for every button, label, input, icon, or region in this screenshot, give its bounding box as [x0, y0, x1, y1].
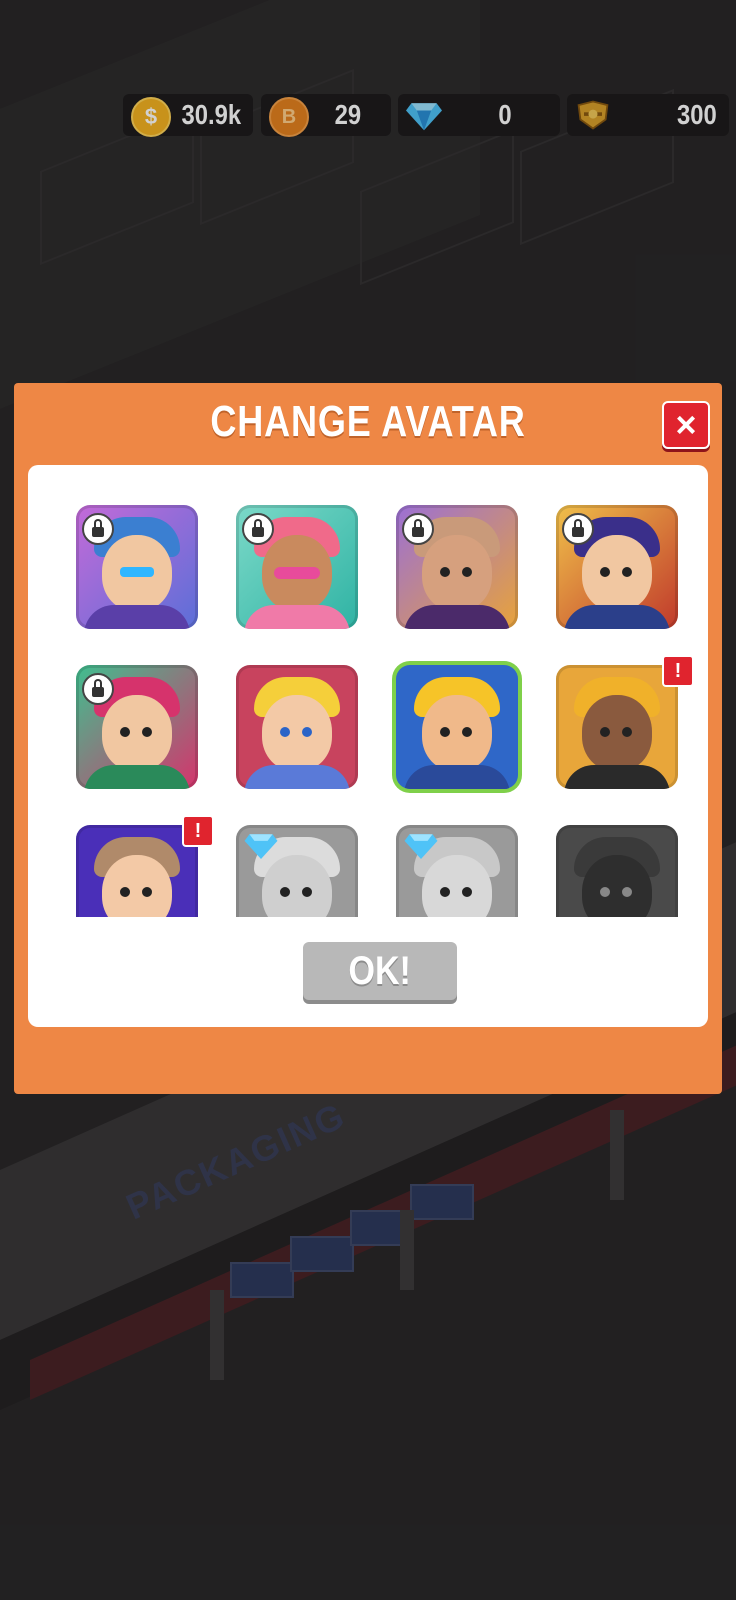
avatar-tile[interactable]: [396, 505, 518, 629]
close-button[interactable]: ×: [662, 401, 710, 449]
lock-icon: [82, 673, 114, 705]
ok-label: OK!: [348, 948, 412, 993]
dialog-title: CHANGE AVATAR: [210, 397, 526, 446]
lock-icon: [562, 513, 594, 545]
new-alert-icon: !: [662, 655, 694, 687]
avatar-tile-selected[interactable]: [396, 665, 518, 789]
ok-button[interactable]: OK!: [303, 942, 457, 1000]
avatar-tile[interactable]: [76, 505, 198, 629]
avatar-tile[interactable]: [76, 665, 198, 789]
avatar-tile[interactable]: [556, 505, 678, 629]
avatar-tile-dog[interactable]: [556, 825, 678, 917]
change-avatar-dialog: CHANGE AVATAR × ! ! OK!: [14, 383, 722, 1094]
avatar-tile[interactable]: [556, 665, 678, 789]
avatar-grid[interactable]: ! !: [28, 465, 708, 917]
lock-icon: [402, 513, 434, 545]
avatar-panel: ! ! OK!: [28, 465, 708, 1027]
avatar-tile[interactable]: [76, 825, 198, 917]
diamond-icon: [404, 834, 438, 859]
lock-icon: [242, 513, 274, 545]
diamond-icon: [244, 834, 278, 859]
avatar-tile[interactable]: [236, 505, 358, 629]
lock-icon: [82, 513, 114, 545]
avatar-tile[interactable]: [236, 665, 358, 789]
new-alert-icon: !: [182, 815, 214, 847]
